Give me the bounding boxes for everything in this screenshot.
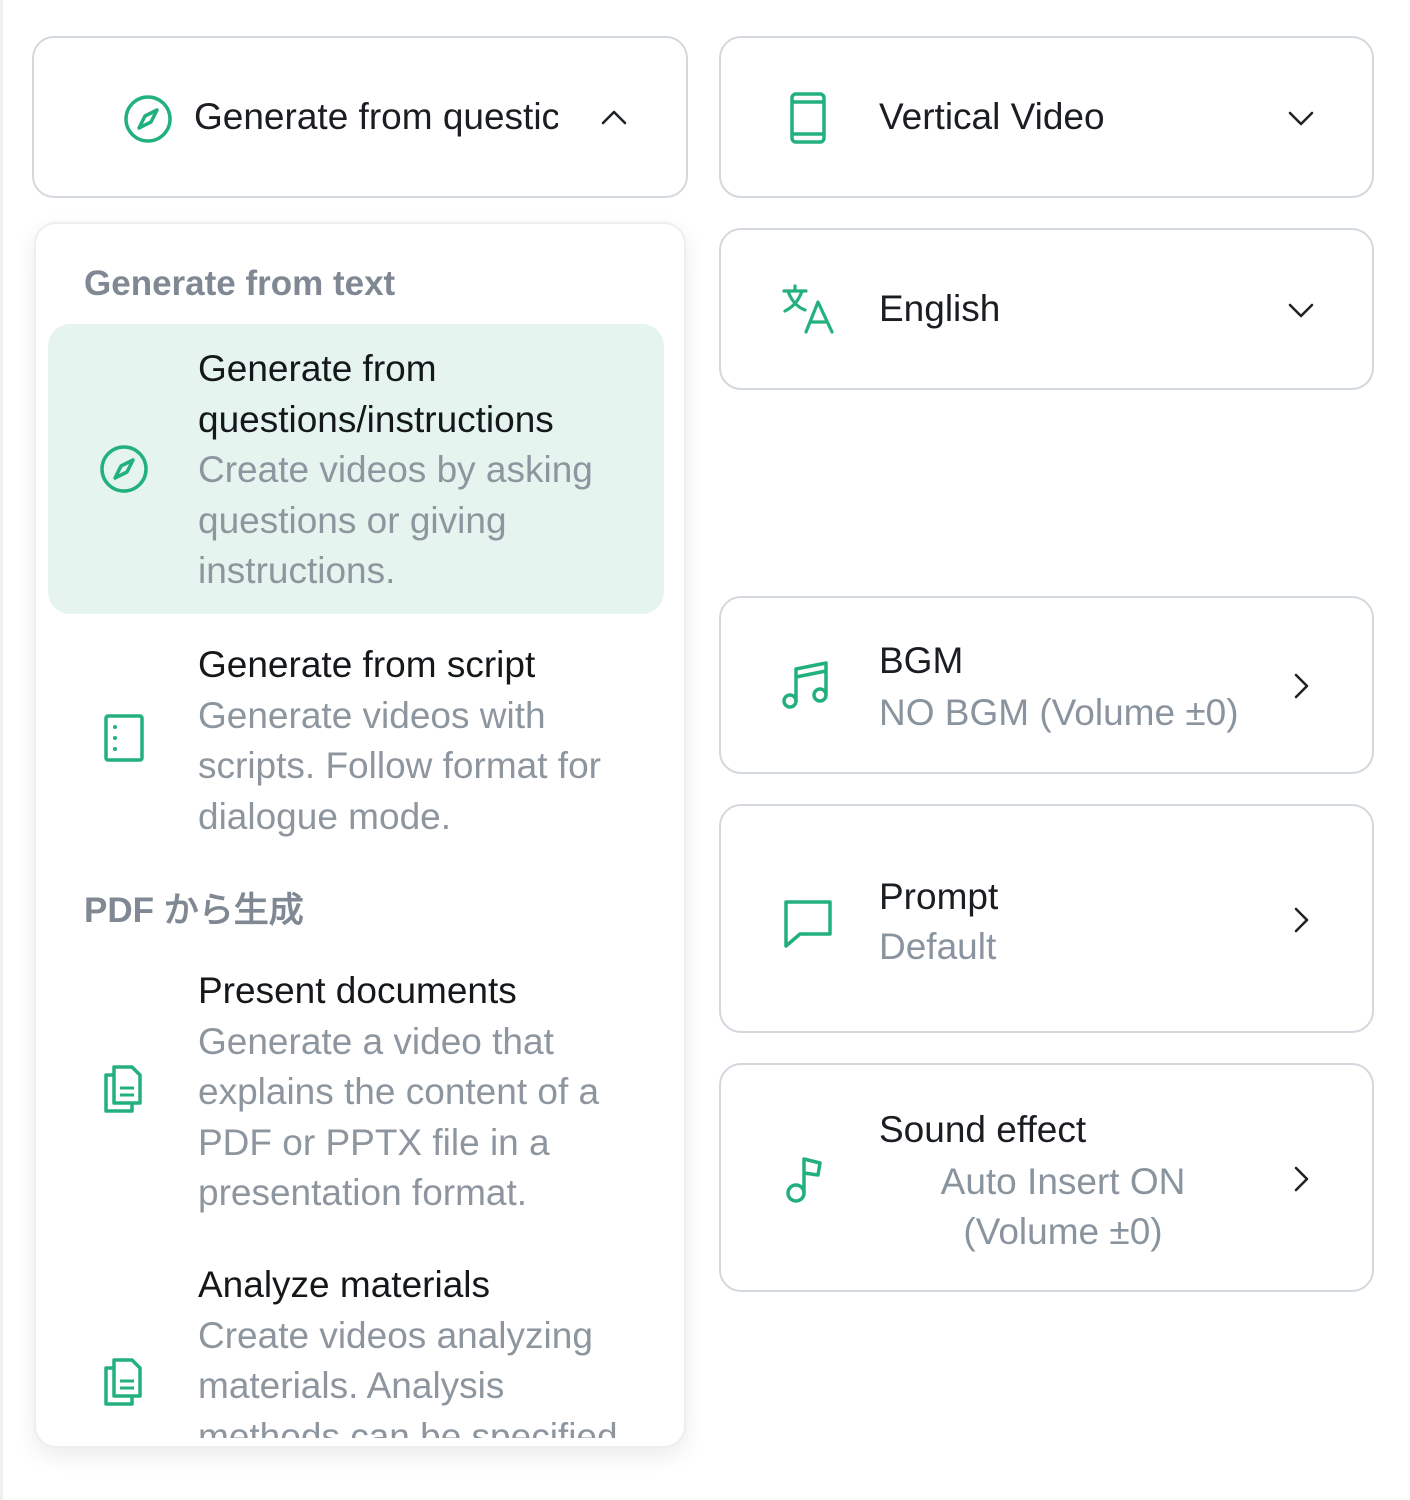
chevron-down-icon[interactable] bbox=[1283, 100, 1319, 136]
option-title: Generate from bbox=[198, 348, 437, 389]
option-description: explains the content of a bbox=[198, 1071, 600, 1112]
language-select[interactable]: English bbox=[719, 228, 1374, 390]
prompt-setting[interactable]: Prompt Default bbox=[719, 804, 1374, 1033]
documents-icon bbox=[96, 1354, 152, 1410]
group-label-pdf: PDF から生成 bbox=[84, 891, 304, 930]
bgm-value: NO BGM (Volume ±0) bbox=[879, 692, 1239, 733]
music-notes-icon bbox=[778, 657, 834, 713]
option-description: Generate a video that bbox=[198, 1020, 554, 1062]
option-description: materials. Analysis bbox=[198, 1365, 505, 1406]
chevron-right-icon[interactable] bbox=[1283, 902, 1319, 938]
sound-effect-value-line1: Auto Insert ON bbox=[940, 1161, 1186, 1202]
chevron-down-icon[interactable] bbox=[1283, 292, 1319, 328]
page-left-edge bbox=[0, 0, 3, 1500]
chevron-up-icon[interactable] bbox=[596, 100, 632, 136]
option-description: dialogue mode. bbox=[198, 795, 452, 837]
translate-icon bbox=[780, 282, 836, 338]
sound-effect-title: Sound effect bbox=[879, 1109, 1087, 1150]
generation-mode-dropdown: Generate from text Generate from questio… bbox=[34, 222, 686, 1448]
option-title: Generate from script bbox=[198, 644, 536, 685]
option-present-documents[interactable]: Present documents Generate a video that … bbox=[48, 954, 664, 1224]
option-title: Present documents bbox=[198, 970, 517, 1011]
option-title: Analyze materials bbox=[198, 1264, 491, 1305]
compass-icon bbox=[96, 441, 152, 497]
chevron-right-icon[interactable] bbox=[1283, 668, 1319, 704]
option-description: instructions. bbox=[198, 550, 396, 591]
music-note-icon bbox=[780, 1151, 836, 1207]
option-generate-from-questions[interactable]: Generate from questions/instructions Cre… bbox=[48, 324, 664, 614]
option-description: Create videos by asking bbox=[198, 449, 593, 490]
phone-icon bbox=[780, 90, 836, 146]
option-description: presentation format. bbox=[198, 1172, 528, 1213]
prompt-value: Default bbox=[879, 926, 997, 967]
group-label-text: Generate from text bbox=[84, 264, 396, 303]
compass-icon bbox=[120, 91, 176, 147]
chevron-right-icon[interactable] bbox=[1283, 1161, 1319, 1197]
sound-effect-setting[interactable]: Sound effect Auto Insert ON (Volume ±0) bbox=[719, 1063, 1374, 1292]
video-format-select[interactable]: Vertical Video bbox=[719, 36, 1374, 198]
documents-icon bbox=[96, 1061, 152, 1117]
option-generate-from-script[interactable]: Generate from script Generate videos wit… bbox=[48, 628, 664, 850]
option-description: PDF or PPTX file in a bbox=[198, 1121, 550, 1163]
script-icon bbox=[96, 710, 152, 766]
option-description: Generate videos with bbox=[198, 694, 546, 736]
option-analyze-materials[interactable]: Analyze materials Create videos analyzin… bbox=[48, 1248, 664, 1438]
option-description: questions or giving bbox=[198, 499, 507, 541]
option-description: scripts. Follow format for bbox=[198, 745, 601, 786]
option-title: questions/instructions bbox=[198, 398, 554, 440]
bgm-setting[interactable]: BGM NO BGM (Volume ±0) bbox=[719, 596, 1374, 774]
bgm-title: BGM bbox=[879, 640, 964, 681]
option-description: methods can be specified bbox=[198, 1415, 618, 1439]
generation-mode-select[interactable]: Generate from questic bbox=[32, 36, 688, 198]
sound-effect-value-line2: (Volume ±0) bbox=[963, 1211, 1163, 1252]
speech-bubble-icon bbox=[780, 894, 836, 950]
prompt-title: Prompt bbox=[879, 876, 999, 917]
video-format-value: Vertical Video bbox=[879, 96, 1105, 137]
language-value: English bbox=[879, 288, 1001, 329]
generation-mode-value: Generate from questic bbox=[194, 96, 558, 137]
option-description: Create videos analyzing bbox=[198, 1314, 593, 1356]
